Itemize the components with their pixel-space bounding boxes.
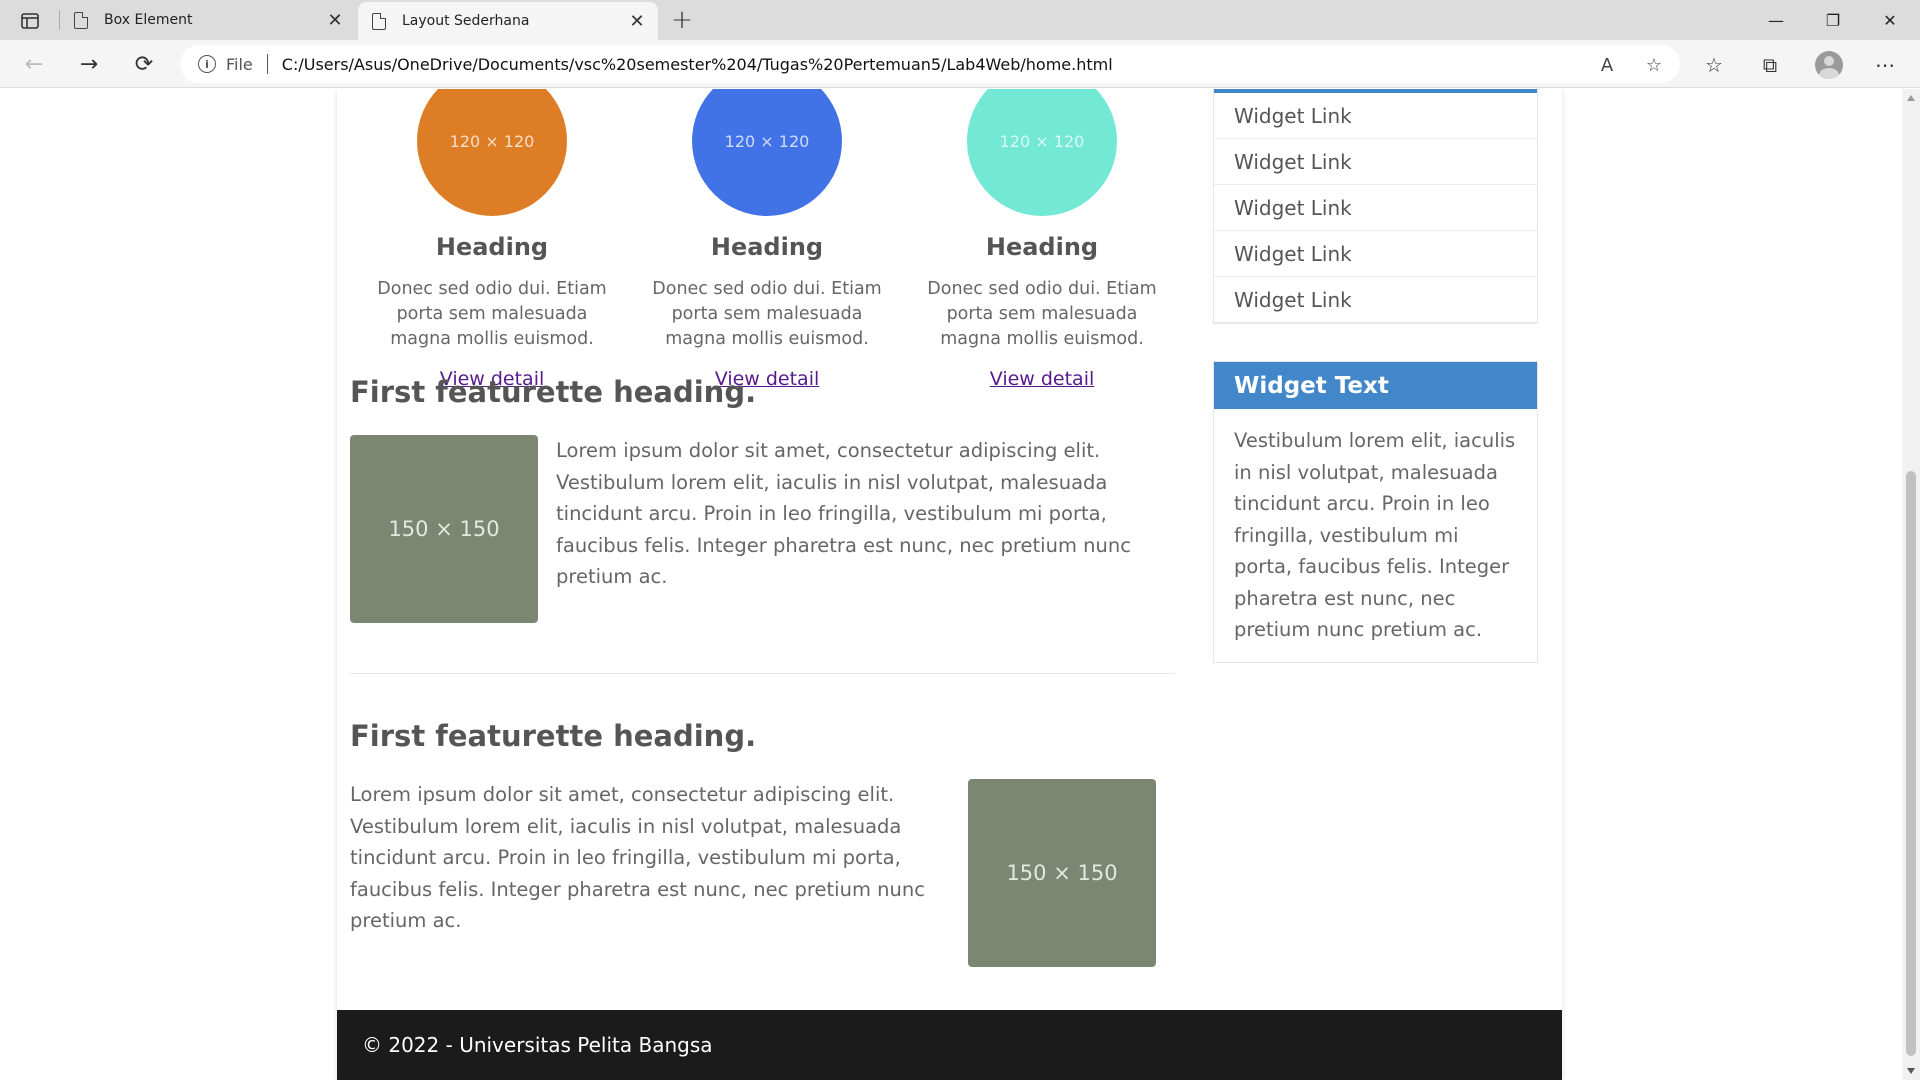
tab-title: Box Element: [104, 12, 193, 28]
scroll-down-icon[interactable]: [1907, 1068, 1915, 1074]
column-heading: Heading: [985, 233, 1099, 261]
widget-link[interactable]: Widget Link: [1214, 139, 1537, 185]
column-text: Donec sed odio dui. Etiam porta sem male…: [927, 279, 1157, 349]
scrollbar-thumb[interactable]: [1906, 471, 1916, 1056]
featurette-image: 150 × 150: [350, 435, 538, 623]
featurette-heading: First featurette heading.: [350, 375, 757, 409]
column-heading: Heading: [710, 233, 824, 261]
profile-avatar[interactable]: [1815, 51, 1843, 79]
tab-title: Layout Sederhana: [402, 13, 530, 29]
page-icon: [372, 12, 386, 30]
footer-copyright: © 2022 - Universitas Pelita Bangsa: [362, 1033, 713, 1057]
column-text: Donec sed odio dui. Etiam porta sem male…: [652, 279, 882, 349]
add-favorite-icon[interactable]: ☆: [1642, 53, 1666, 77]
back-button[interactable]: ←: [17, 48, 51, 80]
new-tab-button[interactable]: +: [666, 4, 698, 36]
page-footer: © 2022 - Universitas Pelita Bangsa: [337, 1010, 1562, 1080]
restore-button[interactable]: ❐: [1805, 0, 1861, 40]
vertical-scrollbar[interactable]: [1902, 89, 1920, 1080]
widget-text: Widget Text Vestibulum lorem elit, iacul…: [1213, 361, 1538, 663]
view-detail-link[interactable]: View detail: [990, 368, 1095, 390]
column-heading: Heading: [435, 233, 549, 261]
refresh-button[interactable]: ⟳: [127, 48, 161, 80]
tab-box-element[interactable]: Box Element ✕: [60, 0, 356, 40]
placeholder-image-circle: 120 × 120: [692, 89, 842, 216]
tab-strip: Box Element ✕ Layout Sederhana ✕ + — ❐ ✕: [0, 0, 1920, 40]
url-text[interactable]: C:/Users/Asus/OneDrive/Documents/vsc%20s…: [282, 55, 1680, 74]
page-icon: [74, 11, 88, 29]
minimize-button[interactable]: —: [1748, 0, 1804, 40]
forward-button[interactable]: →: [72, 48, 106, 80]
widget-link[interactable]: Widget Link: [1214, 93, 1537, 139]
featurette-text: Lorem ipsum dolor sit amet, consectetur …: [556, 439, 1131, 588]
placeholder-image-circle: 120 × 120: [417, 89, 567, 216]
widget-link[interactable]: Widget Link: [1214, 231, 1537, 277]
widget-links: Widget Link Widget Link Widget Link Widg…: [1213, 89, 1538, 324]
browser-toolbar: ← → ⟳ i File C:/Users/Asus/OneDrive/Docu…: [0, 40, 1920, 88]
widget-link[interactable]: Widget Link: [1214, 277, 1537, 323]
tab-close-icon[interactable]: ✕: [622, 7, 652, 35]
address-bar[interactable]: i File C:/Users/Asus/OneDrive/Documents/…: [180, 45, 1680, 83]
page-viewport: 120 × 120 Heading Donec sed odio dui. Et…: [0, 89, 1920, 1080]
featurette-divider: [350, 673, 1175, 674]
column-text: Donec sed odio dui. Etiam porta sem male…: [377, 279, 607, 349]
read-aloud-icon[interactable]: A: [1595, 53, 1619, 77]
widget-text-body: Vestibulum lorem elit, iaculis in nisl v…: [1234, 429, 1516, 641]
widget-link[interactable]: Widget Link: [1214, 185, 1537, 231]
collections-icon[interactable]: ⧉: [1756, 52, 1784, 78]
featurette-heading: First featurette heading.: [350, 719, 757, 753]
tab-actions-icon: [21, 13, 39, 29]
scheme-label: File: [226, 54, 253, 74]
featurette-text: Lorem ipsum dolor sit amet, consectetur …: [350, 783, 925, 932]
column-2: 120 × 120 Heading Donec sed odio dui. Et…: [642, 89, 892, 390]
close-window-button[interactable]: ✕: [1862, 0, 1918, 40]
widget-text-title: Widget Text: [1214, 362, 1537, 409]
featurette-image: 150 × 150: [968, 779, 1156, 967]
url-separator: [266, 54, 268, 74]
info-icon[interactable]: i: [198, 55, 216, 73]
tab-close-icon[interactable]: ✕: [320, 6, 350, 34]
column-3: 120 × 120 Heading Donec sed odio dui. Et…: [917, 89, 1167, 390]
column-1: 120 × 120 Heading Donec sed odio dui. Et…: [367, 89, 617, 390]
scroll-up-icon[interactable]: [1907, 95, 1915, 101]
placeholder-image-circle: 120 × 120: [967, 89, 1117, 216]
more-options-icon[interactable]: ⋯: [1871, 52, 1899, 78]
tab-actions-button[interactable]: [14, 8, 46, 34]
favorites-icon[interactable]: ☆: [1700, 52, 1728, 78]
tab-layout-sederhana[interactable]: Layout Sederhana ✕: [358, 2, 658, 40]
page-container: 120 × 120 Heading Donec sed odio dui. Et…: [337, 89, 1562, 1080]
